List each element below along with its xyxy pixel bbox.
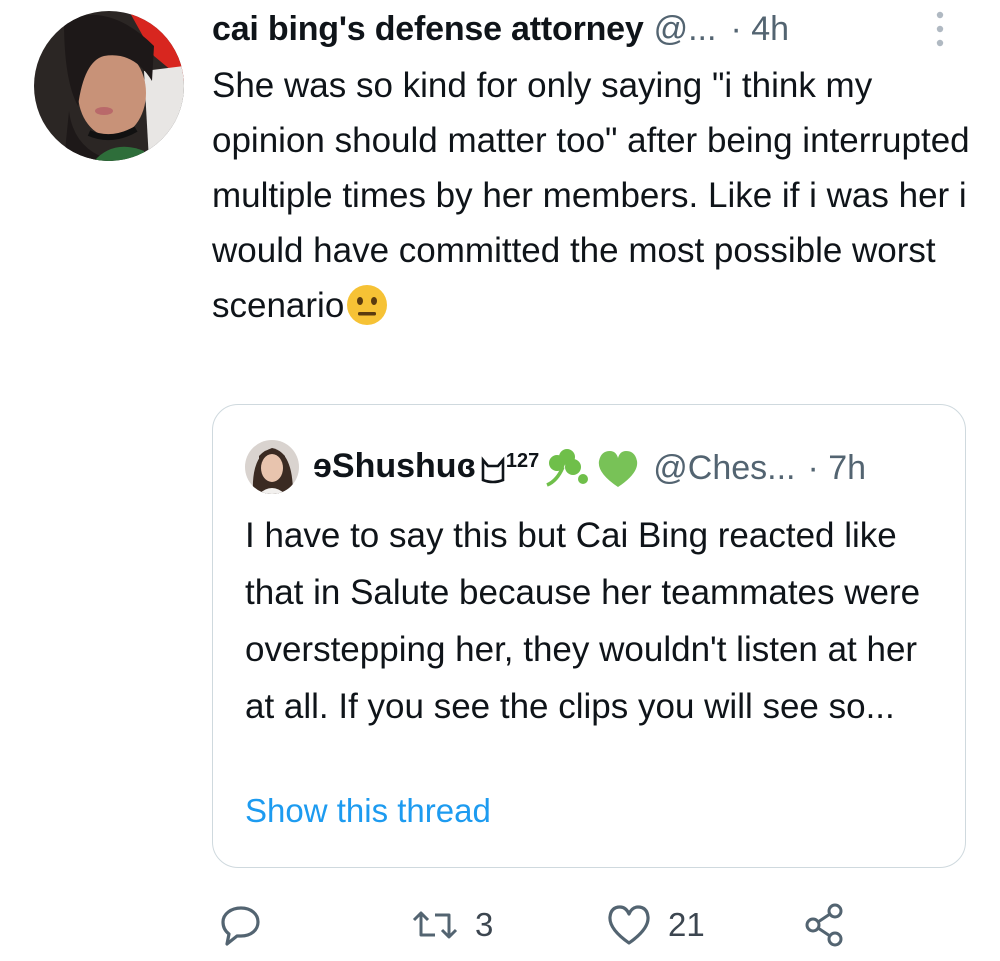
- tweet-text: She was so kind for only saying "i think…: [212, 58, 972, 333]
- tweet-action-bar: 3 21: [0, 895, 1000, 955]
- timestamp[interactable]: · 4h: [730, 10, 789, 49]
- reply-button[interactable]: [219, 895, 263, 955]
- cat-face-icon: [481, 455, 505, 483]
- share-icon: [805, 903, 843, 947]
- neutral-face-emoji-icon: [347, 284, 388, 325]
- time-label: 4h: [751, 9, 790, 48]
- quoted-author-avatar[interactable]: [245, 440, 299, 494]
- author-name[interactable]: cai bing's defense attorney: [212, 10, 644, 49]
- retweet-icon: [412, 911, 458, 939]
- quoted-author-handle[interactable]: @Ches...: [653, 449, 795, 488]
- tweet[interactable]: cai bing's defense attorney @... · 4h Sh…: [0, 0, 1000, 961]
- quoted-tweet-text: I have to say this but Cai Bing reacted …: [245, 516, 921, 726]
- retweet-count: 3: [475, 906, 494, 943]
- tweet-header: cai bing's defense attorney @... · 4h: [212, 4, 789, 54]
- quoted-author-name-text: ɘShushuɞ: [313, 447, 476, 486]
- quoted-timestamp[interactable]: · 7h: [807, 449, 866, 488]
- quoted-separator-dot: ·: [807, 448, 819, 487]
- author-avatar[interactable]: [34, 11, 184, 161]
- reply-icon: [221, 906, 260, 946]
- like-count: 21: [668, 906, 705, 943]
- show-this-thread-link[interactable]: Show this thread: [245, 792, 491, 830]
- quoted-author-name-sup: 127: [505, 450, 540, 473]
- author-handle[interactable]: @...: [654, 10, 717, 49]
- quoted-tweet-header: ɘShushuɞ 127 @Ches... · 7h: [313, 443, 866, 493]
- shamrock-icon: [546, 448, 589, 487]
- tweet-text-content: She was so kind for only saying "i think…: [212, 66, 970, 325]
- quoted-tweet[interactable]: ɘShushuɞ 127 @Ches... · 7h I have to say…: [212, 404, 966, 868]
- share-button[interactable]: [802, 895, 848, 955]
- like-button[interactable]: 21: [606, 895, 705, 955]
- heart-icon: [608, 905, 650, 945]
- separator-dot: ·: [730, 9, 742, 48]
- quoted-time-label: 7h: [828, 448, 867, 487]
- retweet-button[interactable]: 3: [411, 895, 493, 955]
- more-options-icon[interactable]: [930, 8, 950, 50]
- quoted-author-name[interactable]: ɘShushuɞ 127: [313, 447, 641, 488]
- green-heart-icon: [599, 450, 638, 487]
